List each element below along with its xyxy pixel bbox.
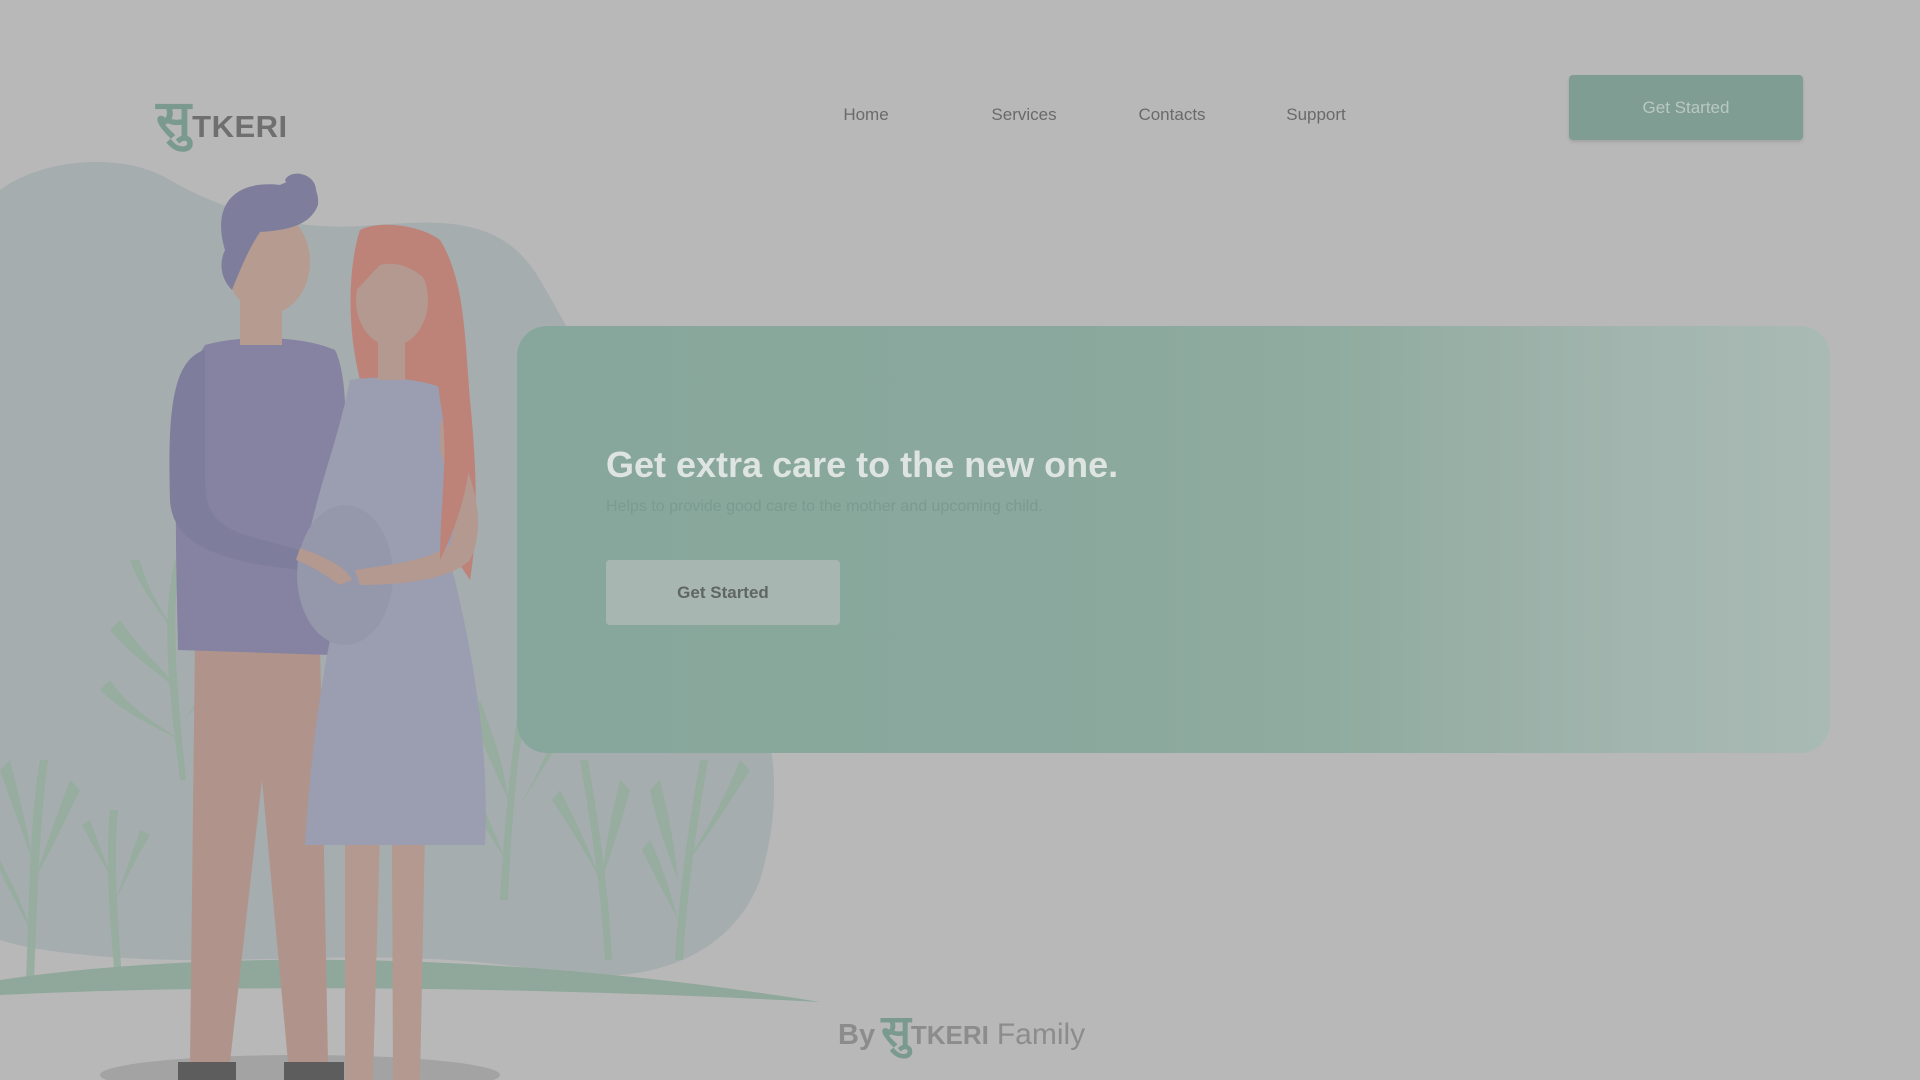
footer-logo-glyph: सु <box>881 1006 911 1057</box>
footer-family-text: Family <box>996 1018 1086 1051</box>
nav-link-home[interactable]: Home <box>843 105 888 125</box>
hero-get-started-button[interactable]: Get Started <box>606 560 840 625</box>
footer-logo-text: TKERI <box>910 1020 989 1050</box>
nav-link-contacts[interactable]: Contacts <box>1138 105 1205 125</box>
nav-link-support[interactable]: Support <box>1286 105 1346 125</box>
landing-page: सु TKERI Home Services Contacts Support … <box>0 0 1920 1080</box>
header-get-started-button[interactable]: Get Started <box>1569 75 1803 140</box>
footer-by-text: By <box>838 1019 876 1051</box>
nav-link-services[interactable]: Services <box>991 105 1056 125</box>
footer-brand: By सु TKERI Family <box>838 1004 1085 1054</box>
hero-subtitle: Helps to provide good care to the mother… <box>606 498 1043 515</box>
hero-card: Get extra care to the new one. Helps to … <box>517 326 1830 753</box>
hero-title: Get extra care to the new one. <box>606 444 1119 485</box>
